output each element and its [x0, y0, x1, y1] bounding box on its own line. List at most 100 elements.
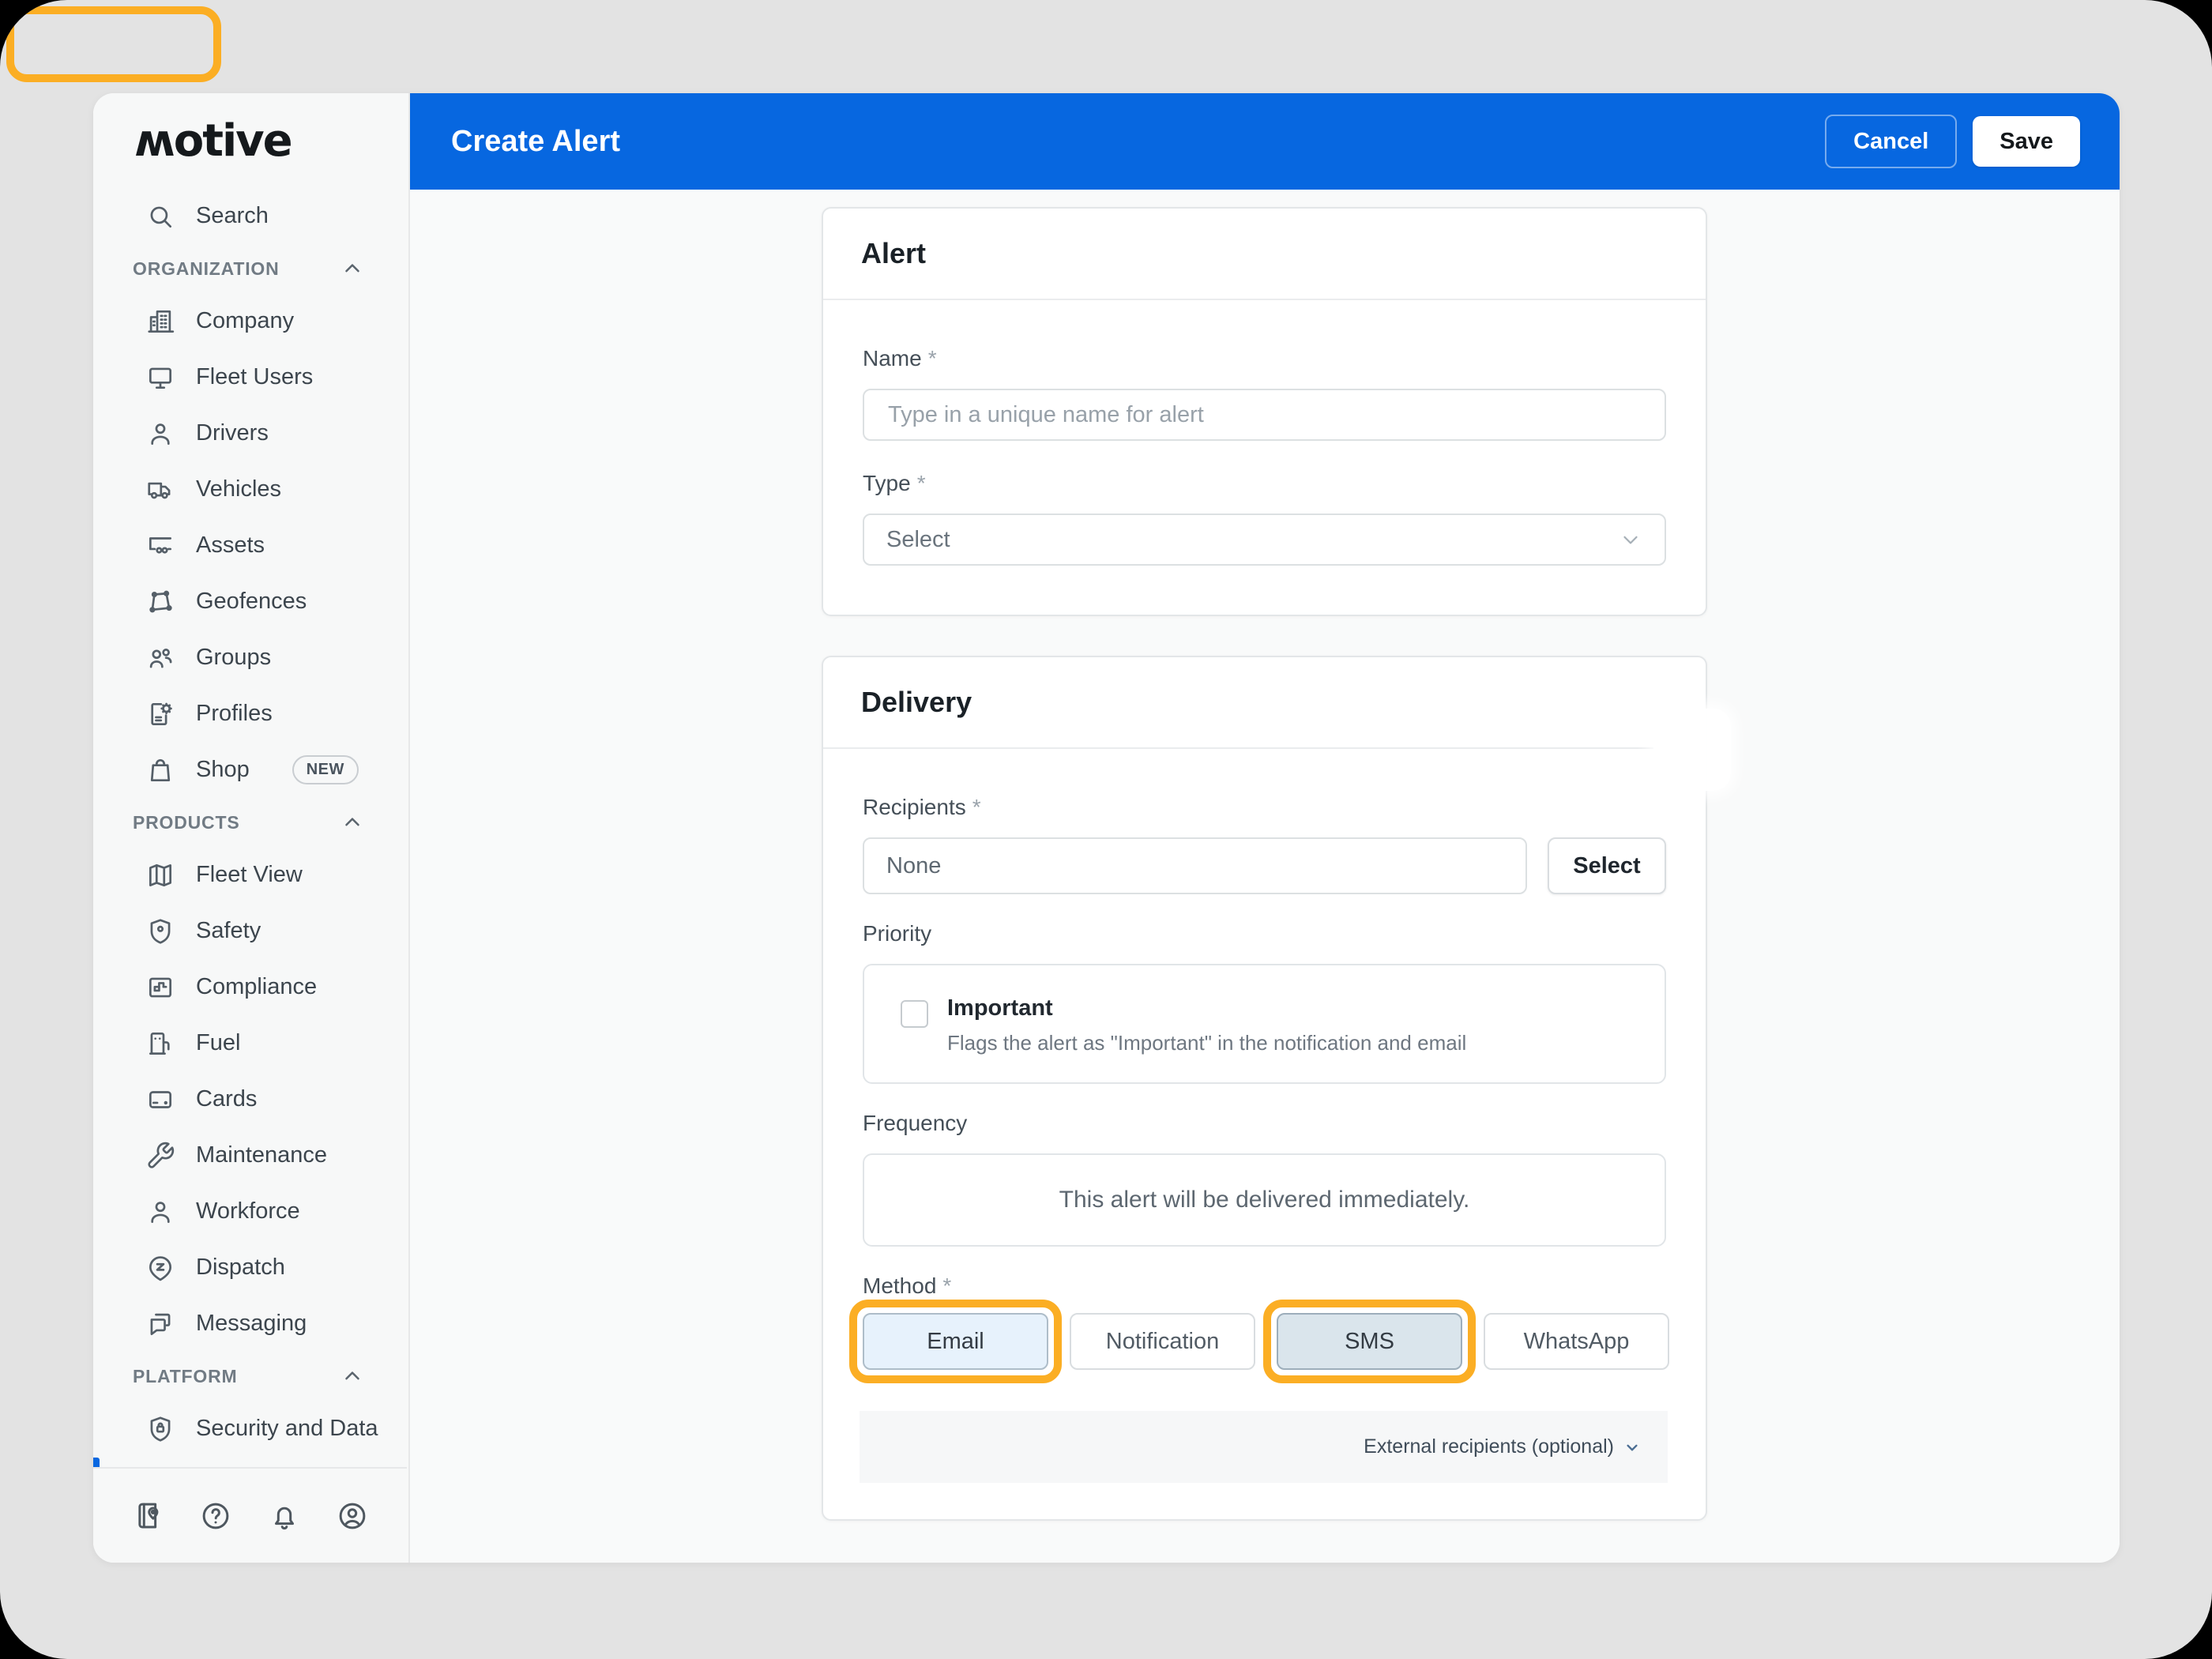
main-content: Alert Name* Type* Select: [410, 190, 2120, 1563]
sidebar-item-label: Dispatch: [196, 1255, 285, 1280]
wrench-icon: [145, 1141, 175, 1171]
recipients-field[interactable]: None: [863, 837, 1527, 894]
chevron-up-icon: [340, 811, 364, 834]
sidebar-section-label: ORGANIZATION: [133, 258, 280, 279]
frequency-box: This alert will be delivered immediately…: [863, 1153, 1666, 1247]
create-alert-header: Create Alert Cancel Save: [410, 93, 2120, 190]
page-title: Create Alert: [451, 124, 621, 158]
shop-bag-icon: [145, 755, 175, 785]
save-button[interactable]: Save: [1973, 116, 2080, 167]
priority-label: Priority: [863, 921, 932, 946]
delivery-card-title: Delivery: [823, 657, 1706, 749]
alert-name-field[interactable]: [863, 389, 1666, 441]
sidebar-item-label: Cards: [196, 1086, 258, 1112]
sidebar-item-label: Fleet Users: [196, 364, 314, 389]
sidebar: ʍotive Search ORGANIZATION Company Fleet Us…: [93, 93, 410, 1563]
help-icon[interactable]: [199, 1499, 232, 1533]
important-label: Important: [947, 995, 1053, 1021]
alert-card-title: Alert: [823, 209, 1706, 300]
sidebar-item-compliance[interactable]: Compliance: [93, 959, 408, 1015]
chat-icon: [145, 1309, 175, 1339]
sidebar-item-label: Groups: [196, 645, 272, 670]
sidebar-item-shop[interactable]: Shop NEW: [93, 742, 408, 798]
sidebar-item-label: Security and Data: [196, 1416, 378, 1441]
new-badge: NEW: [292, 755, 359, 784]
sidebar-item-fleet-users[interactable]: Fleet Users: [93, 349, 408, 405]
fuel-pump-icon: [145, 1029, 175, 1059]
sidebar-item-assets[interactable]: Assets: [93, 517, 408, 574]
sidebar-item-label: Vehicles: [196, 476, 282, 502]
sidebar-section-platform[interactable]: PLATFORM: [93, 1352, 408, 1401]
required-asterisk: *: [916, 471, 926, 495]
company-icon: [145, 307, 175, 337]
external-recipients-label: External recipients (optional): [1364, 1435, 1614, 1458]
sidebar-item-drivers[interactable]: Drivers: [93, 405, 408, 461]
delivery-card: Delivery Recipients * None Select Priorit…: [822, 656, 1707, 1521]
sidebar-item-label: Assets: [196, 532, 265, 558]
sidebar-item-label: Workforce: [196, 1198, 300, 1224]
frequency-label: Frequency: [863, 1111, 968, 1135]
map-icon: [145, 860, 175, 890]
annotation-highlight-topleft: [6, 6, 221, 82]
sidebar-item-label: Messaging: [196, 1311, 307, 1336]
shield-lock-icon: [145, 1414, 175, 1444]
sidebar-item-cards[interactable]: Cards: [93, 1071, 408, 1127]
sidebar-item-label: Maintenance: [196, 1142, 328, 1168]
type-label: Type *: [863, 471, 926, 495]
monitor-icon: [145, 363, 175, 393]
sidebar-item-groups[interactable]: Groups: [93, 630, 408, 686]
sidebar-section-label: PRODUCTS: [133, 811, 240, 833]
profile-gear-icon: [145, 699, 175, 729]
screenshot-canvas: ʍotive Search ORGANIZATION Company Fleet Us…: [0, 0, 2212, 1659]
account-icon[interactable]: [336, 1499, 369, 1533]
sidebar-item-geofences[interactable]: Geofences: [93, 574, 408, 630]
sidebar-item-maintenance[interactable]: Maintenance: [93, 1127, 408, 1183]
sidebar-item-dispatch[interactable]: Dispatch: [93, 1240, 408, 1296]
group-icon: [145, 643, 175, 673]
app-window: ʍotive Search ORGANIZATION Company Fleet Us…: [93, 93, 2120, 1563]
sidebar-item-company[interactable]: Company: [93, 293, 408, 349]
annotation-white-blob: [1653, 709, 1731, 791]
sidebar-item-safety[interactable]: Safety: [93, 903, 408, 959]
name-label: Name *: [863, 346, 937, 371]
compliance-icon: [145, 972, 175, 1003]
sidebar-footer: [93, 1467, 407, 1563]
sidebar-section-products[interactable]: PRODUCTS: [93, 798, 408, 847]
frequency-text: This alert will be delivered immediately…: [1059, 1187, 1470, 1213]
chevron-down-icon: [1622, 1437, 1642, 1458]
sidebar-item-label: Geofences: [196, 589, 307, 614]
external-recipients-toggle[interactable]: External recipients (optional): [860, 1411, 1668, 1483]
priority-panel: Important Flags the alert as "Important"…: [863, 964, 1666, 1084]
method-button-group: Email Notification SMS WhatsApp: [849, 1300, 1669, 1383]
sidebar-item-workforce[interactable]: Workforce: [93, 1183, 408, 1240]
required-asterisk: *: [927, 346, 937, 371]
sidebar-item-fleet-view[interactable]: Fleet View: [93, 847, 408, 903]
bell-icon[interactable]: [268, 1499, 301, 1533]
search-icon: [145, 201, 175, 231]
alert-name-input[interactable]: [886, 389, 1642, 440]
sidebar-item-profiles[interactable]: Profiles: [93, 686, 408, 742]
recipients-value: None: [886, 852, 942, 878]
method-label: Method *: [863, 1273, 952, 1298]
truck-icon: [145, 475, 175, 505]
logbook-icon[interactable]: [131, 1499, 164, 1533]
sidebar-item-label: Compliance: [196, 974, 318, 999]
method-email-button[interactable]: Email: [863, 1313, 1048, 1370]
sidebar-item-vehicles[interactable]: Vehicles: [93, 461, 408, 517]
method-whatsapp-button[interactable]: WhatsApp: [1484, 1313, 1669, 1370]
method-notification-button[interactable]: Notification: [1070, 1313, 1255, 1370]
sidebar-item-fuel[interactable]: Fuel: [93, 1015, 408, 1071]
chevron-down-icon: [1619, 528, 1642, 551]
sidebar-section-organization[interactable]: ORGANIZATION: [93, 244, 408, 293]
alert-type-select[interactable]: Select: [863, 514, 1666, 566]
cancel-button[interactable]: Cancel: [1825, 115, 1958, 168]
sidebar-search[interactable]: Search: [93, 188, 408, 244]
recipients-select-button[interactable]: Select: [1548, 837, 1666, 894]
important-checkbox[interactable]: [901, 1000, 928, 1028]
sidebar-item-label: Company: [196, 308, 295, 333]
sidebar-item-security-and-data[interactable]: Security and Data: [93, 1401, 408, 1457]
person-icon: [145, 1197, 175, 1227]
sidebar-section-label: PLATFORM: [133, 1365, 238, 1386]
sidebar-item-messaging[interactable]: Messaging: [93, 1296, 408, 1352]
method-sms-button[interactable]: SMS: [1277, 1313, 1462, 1370]
